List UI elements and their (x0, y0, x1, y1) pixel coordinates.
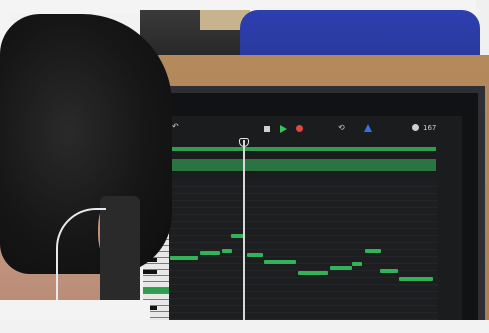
piano-roll-grid[interactable] (168, 180, 438, 320)
daw-toolbar: ↶ ⟲ 167 (162, 120, 462, 142)
playhead-line[interactable] (243, 140, 245, 330)
midi-note[interactable] (380, 269, 398, 273)
midi-note[interactable] (365, 249, 381, 253)
play-icon[interactable] (280, 125, 287, 133)
midi-note[interactable] (298, 271, 328, 275)
counter-readout: 167 (423, 124, 437, 132)
record-icon[interactable] (296, 125, 303, 132)
midi-note[interactable] (170, 256, 198, 260)
midi-note[interactable] (247, 253, 263, 257)
info-icon[interactable] (412, 124, 419, 131)
stop-icon[interactable] (264, 126, 270, 132)
midi-note[interactable] (200, 251, 220, 255)
midi-note[interactable] (222, 249, 232, 253)
metronome-icon[interactable] (364, 124, 372, 132)
midi-note[interactable] (399, 277, 433, 281)
midi-note[interactable] (352, 262, 362, 266)
track-region-lane[interactable] (168, 159, 436, 171)
piano-highlight-key (143, 288, 169, 293)
track-region-bar[interactable] (168, 147, 436, 151)
piano-black-key[interactable] (143, 270, 157, 274)
photo-scene: ↶ ⟲ 167 (0, 0, 489, 333)
cycle-icon[interactable]: ⟲ (338, 123, 345, 133)
midi-note[interactable] (330, 266, 352, 270)
background-bottom (0, 320, 489, 333)
undo-icon[interactable]: ↶ (172, 122, 179, 132)
midi-note[interactable] (264, 260, 296, 264)
